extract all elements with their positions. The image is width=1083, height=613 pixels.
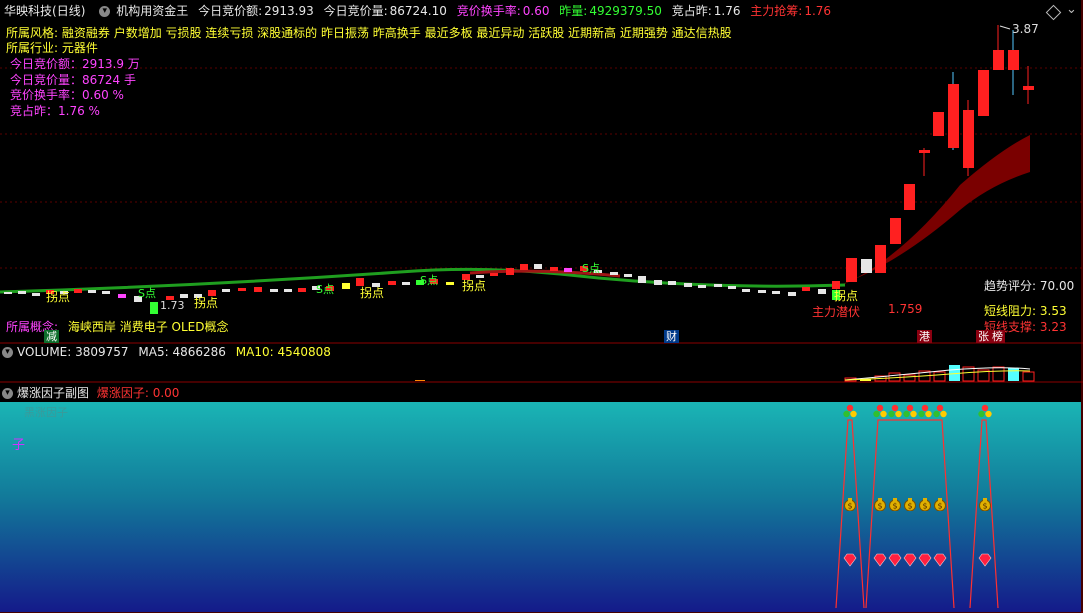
amount-line: 今日竞价额：2913.9 万 [10,57,140,71]
low-price-label: 1.73 [160,299,185,312]
balls-icon [843,404,857,418]
balls-icon [873,404,887,418]
s-point-4: S点 [582,262,600,275]
guai-label-1: 拐点 [46,290,71,304]
style-value: 融资融券 户数增加 亏损股 连续亏损 深股通标的 昨日振荡 昨高换手 最近多板 … [61,26,732,40]
industry-value: 元器件 [61,41,98,55]
tag-gang[interactable]: 港 [917,330,932,343]
concept-value: 海峡西岸 消费电子 OLED概念 [67,320,229,334]
money-bag-icon: $ [843,497,857,512]
svg-text:$: $ [892,502,897,511]
tag-bang[interactable]: 榜 [990,330,1005,343]
money-bag-icon: $ [873,497,887,512]
tag-zhang[interactable]: 张 [976,330,991,343]
svg-text:$: $ [877,502,882,511]
balls-icon [933,404,947,418]
ma5-value: 4866286 [172,345,226,359]
turnover-line: 竞价换手率：0.60 % [10,88,124,102]
main-lurk-label: 主力潜伏 [812,305,861,319]
main-price-label: 1.759 [888,302,923,316]
diamond-gem-icon [873,553,887,567]
factor-value: 0.00 [152,386,180,400]
s-point-3: S点 [420,274,438,287]
chevron-down-icon[interactable]: ▾ [2,347,13,358]
balls-icon [978,404,992,418]
sub-panel-header: ▾ 爆涨因子副图 爆涨因子: 0.00 [2,384,179,401]
style-line: 所属风格: 融资融券 户数增加 亏损股 连续亏损 深股通标的 昨日振荡 昨高换手… [6,24,732,41]
chevron-down-icon[interactable]: ▾ [2,388,13,399]
high-price-label: 3.87 [1012,22,1039,36]
resist-value: 3.53 [1039,304,1067,318]
ratio-line: 竞占昨：1.76 % [10,104,100,118]
tag-cai[interactable]: 财 [664,330,679,343]
money-bag-icon: $ [903,497,917,512]
resist-label: 短线阻力: 3.53 [984,304,1067,318]
concept-line: 所属概念: 海峡西岸 消费电子 OLED概念 [6,318,228,335]
s-point-2: S点 [316,283,334,296]
diamond-gem-icon [918,553,932,567]
balls-icon [918,404,932,418]
guai-label-4: 拐点 [462,279,487,293]
balls-icon [903,404,917,418]
svg-text:$: $ [982,502,987,511]
guai-label-2: 拐点 [194,296,219,310]
svg-text:$: $ [922,502,927,511]
diamond-gem-icon [903,553,917,567]
money-bag-icon: $ [888,497,902,512]
balls-icon [888,404,902,418]
svg-text:$: $ [847,502,852,511]
money-bag-icon: $ [933,497,947,512]
volume-header: ▾ VOLUME: 3809757 MA5: 4866286 MA10: 4540… [2,345,331,359]
factor-label: 爆涨因子: [96,386,149,400]
svg-text:$: $ [907,502,912,511]
support-value: 3.23 [1039,320,1067,334]
money-bag-icon: $ [918,497,932,512]
industry-line: 所属行业: 元器件 [6,39,98,56]
sub-watermark: 黑涨因子 [24,406,68,419]
diamond-gem-icon [843,553,857,567]
svg-text:$: $ [937,502,942,511]
ma5-label: MA5: [138,345,169,359]
industry-label: 所属行业: [6,41,59,55]
guai-label-3: 拐点 [360,286,385,300]
money-bag-icon: $ [978,497,992,512]
guai-label-5: 拐点 [834,289,859,303]
tag-jian[interactable]: 减 [44,330,59,343]
style-label: 所属风格: [6,26,59,40]
score-value: 70.00 [1039,279,1075,293]
ma10-label: MA10: [235,345,274,359]
volume-label: VOLUME: [17,345,72,359]
sub-side-char: 子 [12,438,26,453]
score-label: 趋势评分: 70.00 [984,279,1075,293]
ma10-value: 4540808 [277,345,331,359]
diamond-gem-icon [978,553,992,567]
s-point-1: S点 [138,287,156,300]
sub-panel-title[interactable]: 爆涨因子副图 [17,386,89,400]
diamond-gem-icon [888,553,902,567]
diamond-gem-icon [933,553,947,567]
volume-value: 3809757 [75,345,129,359]
volume-bars [415,365,1035,382]
